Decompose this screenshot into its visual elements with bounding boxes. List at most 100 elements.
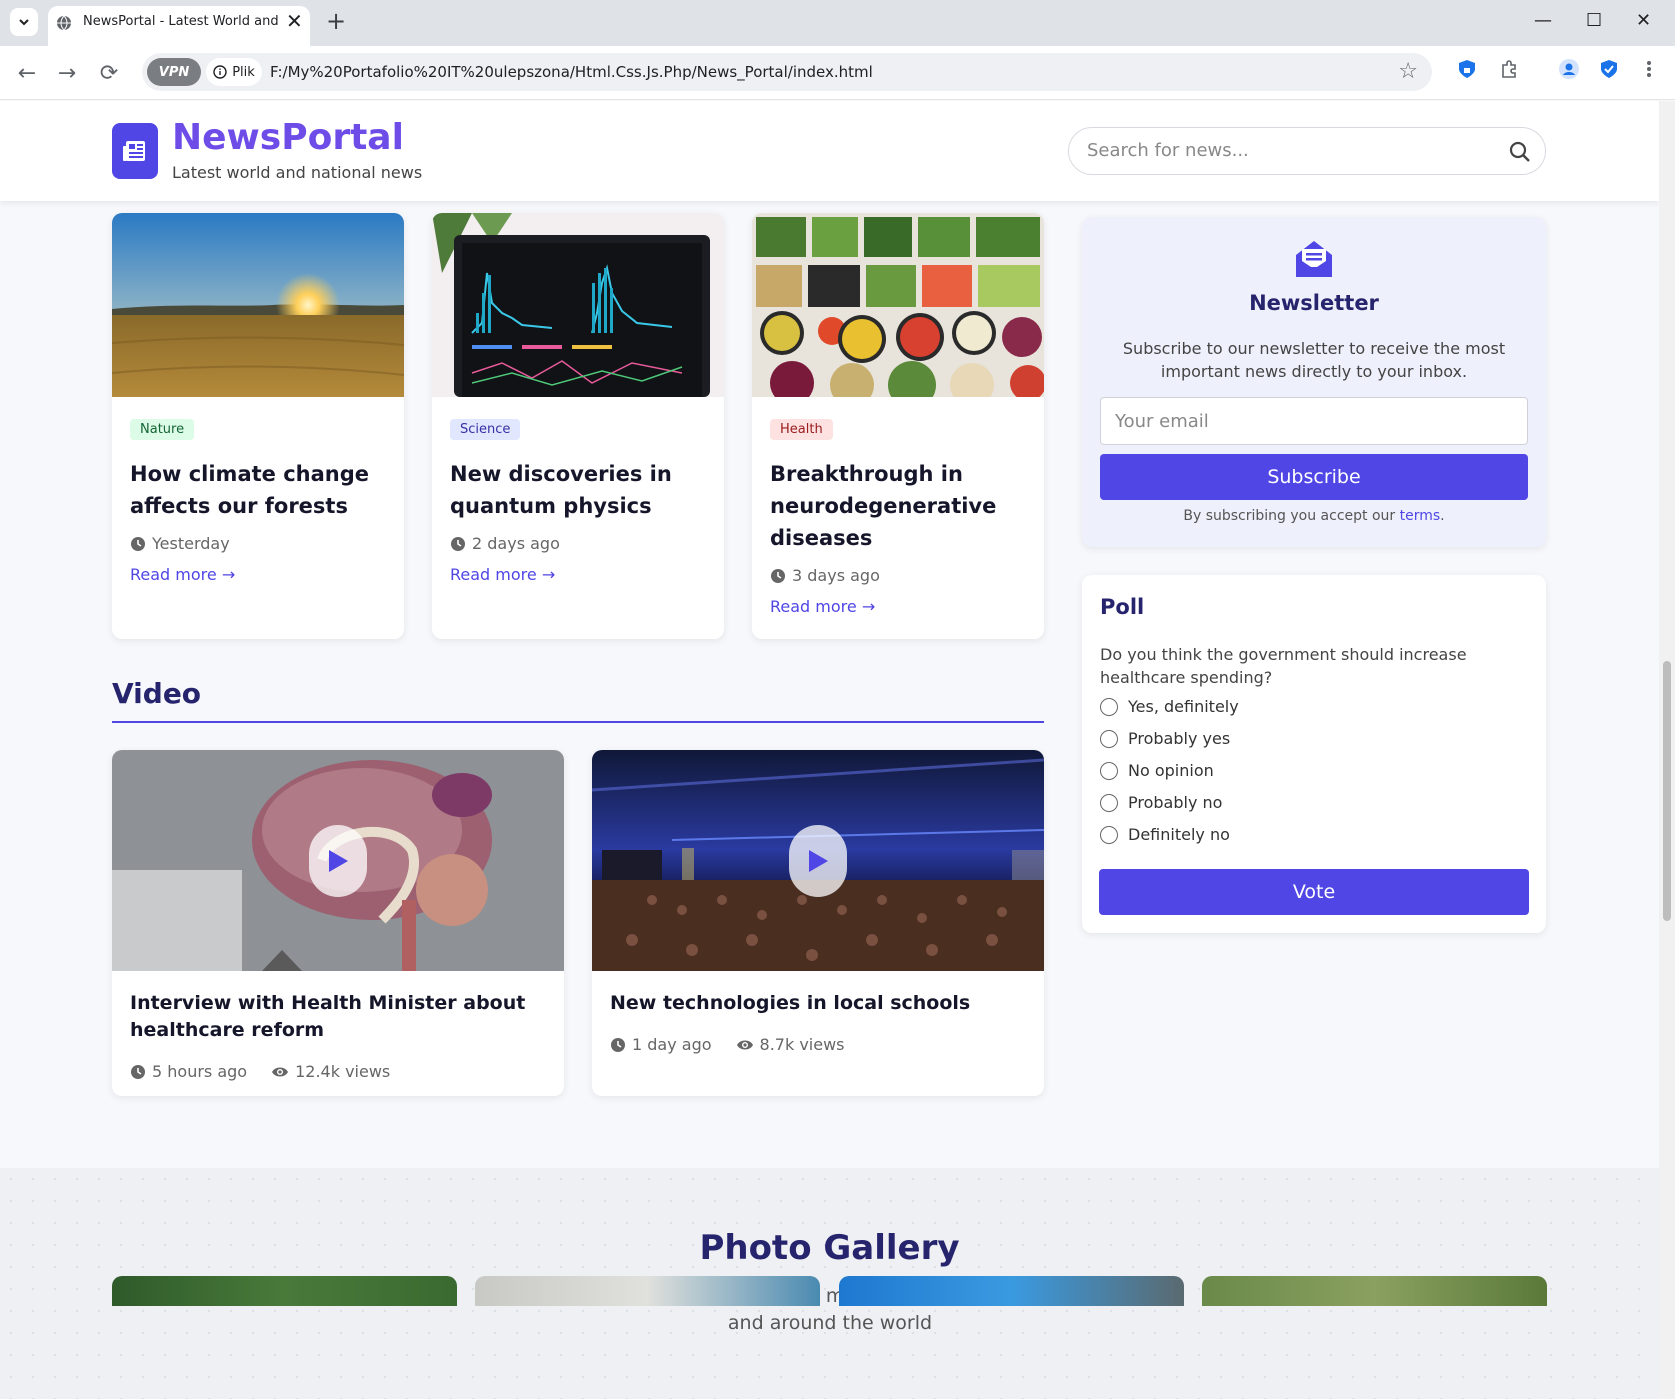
browser-menu-icon[interactable] <box>1637 57 1661 81</box>
play-button[interactable] <box>309 825 367 897</box>
read-more-link[interactable]: Read more → <box>130 565 235 584</box>
read-more-link[interactable]: Read more → <box>770 597 875 616</box>
video-card[interactable]: New technologies in local schools 1 day … <box>592 750 1044 1096</box>
terms-link[interactable]: terms <box>1400 508 1441 524</box>
article-image-analytics-dashboard <box>432 213 724 397</box>
info-icon <box>213 65 227 79</box>
poll-option-label[interactable]: Definitely no <box>1128 825 1230 844</box>
poll-option[interactable]: Yes, definitely <box>1100 697 1239 716</box>
category-badge[interactable]: Nature <box>130 419 195 440</box>
poll-option[interactable]: No opinion <box>1100 761 1214 780</box>
tab-title: NewsPortal - Latest World and National N… <box>83 14 278 29</box>
extensions-icon[interactable] <box>1497 57 1521 81</box>
new-tab-button[interactable]: + <box>326 9 346 33</box>
search-input[interactable] <box>1087 140 1487 161</box>
video-card[interactable]: Interview with Health Minister about hea… <box>112 750 564 1096</box>
poll-title: Poll <box>1100 595 1145 619</box>
close-window-button[interactable]: ✕ <box>1636 10 1651 31</box>
bookmark-star-icon[interactable]: ☆ <box>1398 59 1418 84</box>
site-info-chip[interactable]: Plik <box>206 58 262 86</box>
radio-button[interactable] <box>1100 793 1118 812</box>
globe-icon <box>57 15 71 31</box>
article-title[interactable]: Breakthrough in neurodegenerative diseas… <box>770 458 1030 554</box>
video-time: 1 day ago <box>632 1035 712 1054</box>
radio-button[interactable] <box>1100 761 1118 780</box>
gallery-thumbnail-hills[interactable] <box>1202 1276 1547 1306</box>
radio-button[interactable] <box>1100 729 1118 748</box>
category-badge[interactable]: Health <box>770 419 833 440</box>
read-more-link[interactable]: Read more → <box>450 565 555 584</box>
subscribe-button[interactable]: Subscribe <box>1100 454 1528 500</box>
brand-name[interactable]: NewsPortal <box>172 117 404 158</box>
gallery-thumbnail-forest[interactable] <box>112 1276 457 1306</box>
poll-option-label[interactable]: Probably no <box>1128 793 1222 812</box>
poll-option-label[interactable]: Yes, definitely <box>1128 697 1239 716</box>
url-text[interactable]: F:/My%20Portafolio%20IT%20ulepszona/Html… <box>270 63 873 81</box>
newsletter-description: Subscribe to our newsletter to receive t… <box>1122 339 1506 381</box>
back-button[interactable]: ← <box>14 60 40 86</box>
article-time: Yesterday <box>152 534 230 553</box>
play-icon <box>809 850 828 872</box>
terms-prefix: By subscribing you accept our <box>1183 508 1396 524</box>
video-views: 8.7k views <box>759 1035 845 1054</box>
tab-list-button[interactable] <box>10 8 38 36</box>
address-bar[interactable]: VPN Plik F:/My%20Portafolio%20IT%20uleps… <box>142 53 1432 91</box>
poll-question: Do you think the government should incre… <box>1100 645 1467 687</box>
article-card[interactable]: Nature How climate change affects our fo… <box>112 213 404 639</box>
vote-button[interactable]: Vote <box>1099 869 1529 915</box>
article-card[interactable]: Health Breakthrough in neurodegenerative… <box>752 213 1044 639</box>
email-field[interactable] <box>1100 397 1528 445</box>
category-badge[interactable]: Science <box>450 419 521 440</box>
brand-tagline: Latest world and national news <box>172 163 423 182</box>
video-time: 5 hours ago <box>152 1062 248 1081</box>
article-title[interactable]: New discoveries in quantum physics <box>450 458 710 522</box>
radio-button[interactable] <box>1100 697 1118 716</box>
search-box <box>1068 127 1546 175</box>
newspaper-icon <box>123 141 145 161</box>
video-title[interactable]: New technologies in local schools <box>610 990 1010 1017</box>
logo-icon[interactable] <box>112 123 158 179</box>
play-button[interactable] <box>789 825 847 897</box>
password-manager-icon[interactable] <box>1455 57 1479 81</box>
poll-option-label[interactable]: Probably yes <box>1128 729 1230 748</box>
article-card[interactable]: Science New discoveries in quantum physi… <box>432 213 724 639</box>
article-meta: 3 days ago <box>770 566 880 585</box>
eye-icon <box>736 1040 753 1049</box>
profile-avatar-icon[interactable] <box>1557 57 1581 81</box>
clock-icon <box>451 536 465 551</box>
browser-tab-bar: NewsPortal - Latest World and National N… <box>0 0 1675 46</box>
video-meta: 1 day ago 8.7k views <box>610 1035 845 1054</box>
security-shield-icon[interactable] <box>1597 57 1621 81</box>
clock-icon <box>131 1064 145 1079</box>
article-title[interactable]: How climate change affects our forests <box>130 458 390 522</box>
site-header: NewsPortal Latest world and national new… <box>0 101 1659 201</box>
page-viewport: NewsPortal Latest world and national new… <box>0 101 1659 1399</box>
search-icon[interactable] <box>1509 141 1531 163</box>
article-time: 3 days ago <box>792 566 880 585</box>
newsletter-terms: By subscribing you accept our terms. <box>1082 508 1546 524</box>
vpn-chip[interactable]: VPN <box>147 58 201 86</box>
clock-icon <box>771 568 785 583</box>
maximize-button[interactable]: ☐ <box>1586 10 1602 31</box>
article-meta: 2 days ago <box>450 534 560 553</box>
minimize-button[interactable]: — <box>1534 10 1552 31</box>
radio-button[interactable] <box>1100 825 1118 844</box>
newsletter-title: Newsletter <box>1249 291 1379 315</box>
poll-option-label[interactable]: No opinion <box>1128 761 1214 780</box>
poll-option[interactable]: Probably no <box>1100 793 1222 812</box>
poll-option[interactable]: Probably yes <box>1100 729 1230 748</box>
poll-option[interactable]: Definitely no <box>1100 825 1230 844</box>
gallery-title: Photo Gallery <box>699 1228 960 1268</box>
eye-icon <box>272 1067 289 1076</box>
gallery-thumbnail-sky[interactable] <box>839 1276 1184 1306</box>
forward-button[interactable]: → <box>54 60 80 86</box>
gallery-thumbnail-coast[interactable] <box>475 1276 820 1306</box>
scrollbar-thumb[interactable] <box>1663 661 1671 921</box>
page-scrollbar[interactable] <box>1659 101 1675 1399</box>
video-title[interactable]: Interview with Health Minister about hea… <box>130 990 530 1044</box>
browser-toolbar: ← → ⟳ VPN Plik F:/My%20Portafolio%20IT%2… <box>0 46 1675 100</box>
reload-button[interactable]: ⟳ <box>96 60 122 86</box>
video-section-title: Video <box>112 677 202 710</box>
tab-close-icon[interactable]: ✕ <box>286 11 303 31</box>
envelope-open-icon <box>1296 241 1332 277</box>
